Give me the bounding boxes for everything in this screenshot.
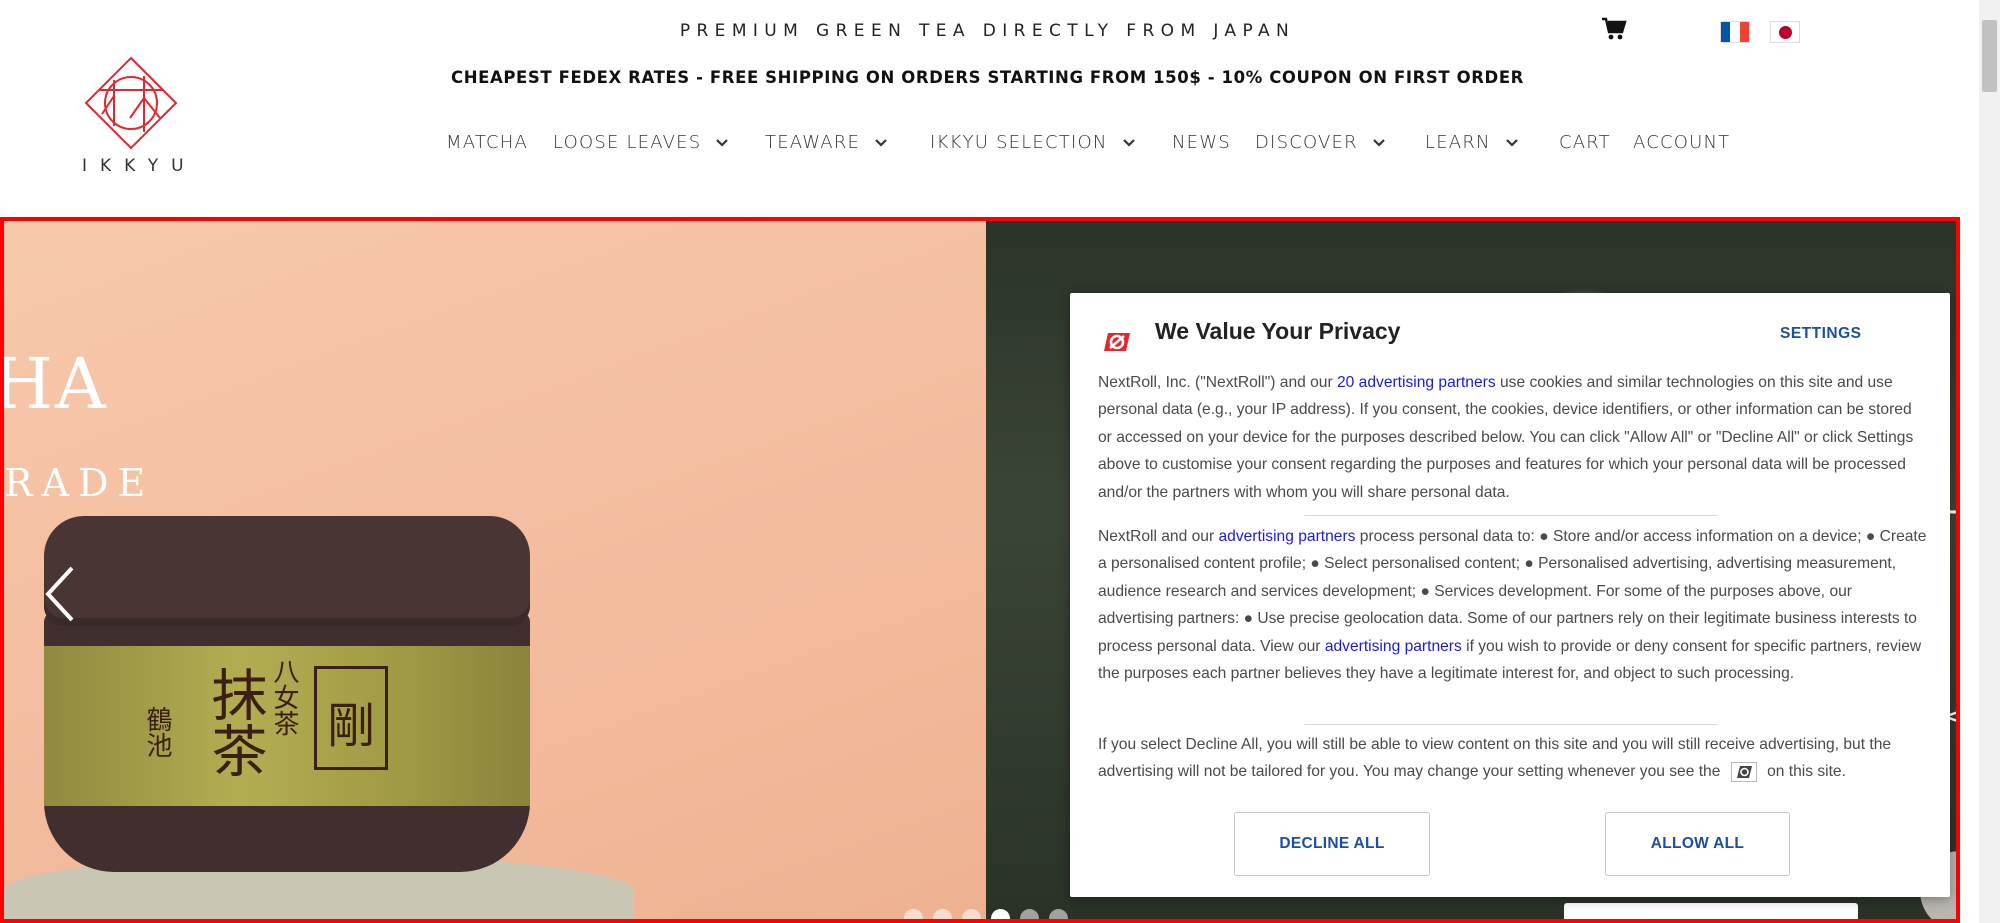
privacy-paragraph-2: NextRoll and our advertising partners pr… xyxy=(1098,523,1928,687)
nav-label: LEARN xyxy=(1425,132,1491,153)
shopping-cart-icon[interactable] xyxy=(1601,16,1627,42)
nav-label: IKKYU SELECTION xyxy=(930,132,1108,153)
scrollbar-thumb[interactable] xyxy=(1982,20,1997,92)
nextroll-logo-icon xyxy=(1104,333,1130,351)
chevron-down-icon xyxy=(1122,138,1135,147)
nav-item-ikkyu-selection[interactable]: IKKYU SELECTION xyxy=(930,132,1136,153)
site-header: PREMIUM GREEN TEA DIRECTLY FROM JAPAN CH… xyxy=(0,0,1979,217)
slider-prev-arrow-icon[interactable] xyxy=(42,564,78,624)
slider-dot[interactable] xyxy=(933,909,952,919)
hero-title-fragment: HA xyxy=(0,343,108,425)
nav-item-loose-leaves[interactable]: LOOSE LEAVES xyxy=(553,132,729,153)
hero-subtitle-fragment: RADE xyxy=(4,461,155,505)
nav-item-news[interactable]: NEWS xyxy=(1172,132,1231,153)
nav-item-learn[interactable]: LEARN xyxy=(1425,132,1519,153)
slider-dot[interactable] xyxy=(904,909,923,919)
advertising-partners-link[interactable]: advertising partners xyxy=(1325,638,1462,655)
nav-label: MATCHA xyxy=(446,132,529,153)
nav-label: TEAWARE xyxy=(765,132,861,153)
hero-cta-button[interactable] xyxy=(1564,903,1858,919)
flag-french-icon[interactable] xyxy=(1720,21,1750,43)
shipping-banner: CHEAPEST FEDEX RATES - FREE SHIPPING ON … xyxy=(451,68,1524,87)
chevron-down-icon xyxy=(716,138,729,147)
nav-label: LOOSE LEAVES xyxy=(553,132,702,153)
advertising-partners-link[interactable]: advertising partners xyxy=(1218,528,1355,545)
privacy-title: We Value Your Privacy xyxy=(1155,318,1401,344)
tin-label-main: 抹茶 xyxy=(202,666,267,778)
nav-label: ACCOUNT xyxy=(1633,132,1731,153)
nav-label: NEWS xyxy=(1172,132,1231,153)
para-text: on this site. xyxy=(1762,763,1846,781)
tin-label-box-text: 剛 xyxy=(327,698,376,754)
chevron-down-icon xyxy=(1373,138,1385,147)
nav-item-teaware[interactable]: TEAWARE xyxy=(765,132,888,153)
logo-text: IKKYU xyxy=(82,156,197,176)
nav-item-discover[interactable]: DISCOVER xyxy=(1255,132,1386,153)
divider xyxy=(1305,724,1717,725)
privacy-paragraph-3: If you select Decline All, you will stil… xyxy=(1098,731,1928,786)
para-text: NextRoll and our xyxy=(1098,528,1219,545)
slider-dots xyxy=(904,909,1068,919)
slider-dot[interactable] xyxy=(1020,909,1039,919)
chevron-down-icon xyxy=(875,138,887,147)
nav-item-account[interactable]: ACCOUNT xyxy=(1633,132,1730,153)
advertising-partners-link[interactable]: 20 advertising partners xyxy=(1337,374,1496,391)
slider-dot[interactable] xyxy=(1049,909,1068,919)
chevron-down-icon xyxy=(1505,138,1518,147)
flag-japanese-icon[interactable] xyxy=(1770,21,1800,43)
privacy-consent-dialog: We Value Your Privacy SETTINGS NextRoll,… xyxy=(1070,293,1950,897)
nav-label: CART xyxy=(1559,132,1611,153)
nav-label: DISCOVER xyxy=(1255,132,1358,153)
divider xyxy=(1305,515,1717,516)
para-text: NextRoll, Inc. ("NextRoll") and our xyxy=(1098,374,1337,391)
para-text: process personal data to: ● Store and/or… xyxy=(1098,528,1927,655)
matcha-tin-image: 抹茶 八女茶 剛 鶴池 xyxy=(44,516,530,876)
ikkyu-logo[interactable]: IKKYU xyxy=(72,56,190,178)
slider-dot[interactable] xyxy=(962,909,981,919)
hero-slide-matcha: HA RADE 抹茶 八女茶 剛 鶴池 xyxy=(4,221,986,919)
tin-label-small: 鶴池 xyxy=(142,706,172,758)
allow-all-button[interactable]: ALLOW ALL xyxy=(1605,812,1790,876)
page-scrollbar[interactable] xyxy=(1979,0,2000,923)
privacy-paragraph-1: NextRoll, Inc. ("NextRoll") and our 20 a… xyxy=(1098,369,1928,506)
decline-all-button[interactable]: DECLINE ALL xyxy=(1234,812,1430,876)
nav-item-matcha[interactable]: MATCHA xyxy=(446,132,528,153)
nextroll-settings-icon[interactable] xyxy=(1730,762,1757,783)
settings-link[interactable]: SETTINGS xyxy=(1780,325,1862,343)
nav-item-cart[interactable]: CART xyxy=(1559,132,1611,153)
main-nav: MATCHA LOOSE LEAVES TEAWARE IKKYU SELECT… xyxy=(0,132,1979,158)
tin-label-side: 八女茶 xyxy=(269,658,299,736)
tagline: PREMIUM GREEN TEA DIRECTLY FROM JAPAN xyxy=(679,21,1296,41)
slider-dot-active[interactable] xyxy=(991,909,1010,919)
para-text: use cookies and similar technologies on … xyxy=(1098,374,1914,501)
